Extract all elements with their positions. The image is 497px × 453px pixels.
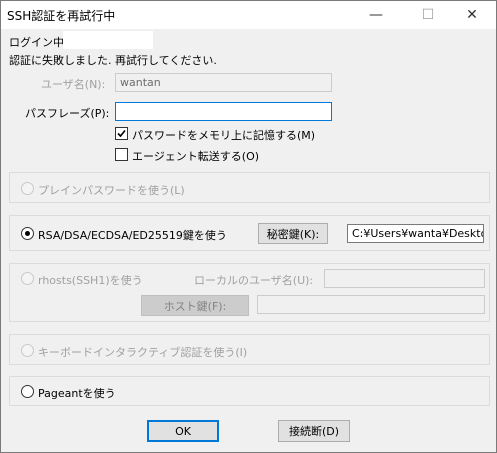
keyboard-interactive-label: キーボードインタラクティブ認証を使う(I)	[38, 346, 248, 359]
auth-failed-message: 認証に失敗しました. 再試行してください.	[9, 54, 217, 67]
keyboard-interactive-group: キーボードインタラクティブ認証を使う(I)	[9, 334, 490, 365]
checkmark-icon	[117, 129, 126, 138]
login-label: ログイン中:	[9, 36, 68, 49]
pageant-group: Pageantを使う	[9, 376, 490, 406]
key-path-field[interactable]: C:¥Users¥wanta¥Desktop	[347, 224, 484, 243]
window-title: SSH認証を再試行中	[7, 9, 116, 23]
passphrase-label: パスフレーズ(P):	[25, 107, 110, 120]
rhosts-label: rhosts(SSH1)を使う	[38, 274, 143, 287]
host-key-button: ホスト鍵(F):	[141, 295, 249, 316]
agent-forwarding-checkbox[interactable]	[115, 148, 128, 161]
username-label: ユーザ名(N):	[41, 78, 106, 91]
minimize-icon[interactable]: —	[353, 1, 399, 29]
keyboard-interactive-radio	[21, 344, 34, 357]
close-icon[interactable]: ✕	[449, 1, 495, 29]
maximize-icon: ☐	[421, 7, 435, 23]
remember-password-checkbox[interactable]	[115, 127, 128, 140]
secret-key-button[interactable]: 秘密鍵(K):	[258, 223, 328, 244]
radio-selected-dot	[25, 231, 30, 236]
rhosts-radio	[21, 272, 34, 285]
ok-button[interactable]: OK	[147, 420, 219, 442]
local-user-field	[324, 269, 485, 288]
agent-forwarding-label: エージェント転送する(O)	[132, 150, 260, 163]
ssh-auth-dialog: SSH認証を再試行中 — ☐ ✕ ログイン中: 認証に失敗しました. 再試行して…	[0, 0, 497, 453]
remember-password-label: パスワードをメモリ上に記憶する(M)	[132, 129, 316, 142]
pageant-label: Pageantを使う	[38, 387, 116, 400]
plain-password-group: プレインパスワードを使う(L)	[9, 172, 490, 203]
login-host-area	[63, 31, 153, 49]
passphrase-input[interactable]	[115, 102, 332, 121]
pageant-radio[interactable]	[21, 385, 34, 398]
rsa-key-radio[interactable]	[21, 227, 34, 240]
host-key-field	[257, 295, 485, 314]
plain-password-radio	[21, 182, 34, 195]
local-user-label: ローカルのユーザ名(U):	[194, 274, 314, 287]
rhosts-group: rhosts(SSH1)を使う ローカルのユーザ名(U): ホスト鍵(F):	[9, 263, 490, 322]
rsa-key-group: RSA/DSA/ECDSA/ED25519鍵を使う 秘密鍵(K): C:¥Use…	[9, 215, 490, 251]
rsa-key-label: RSA/DSA/ECDSA/ED25519鍵を使う	[38, 229, 227, 242]
disconnect-button[interactable]: 接続断(D)	[278, 420, 350, 442]
plain-password-label: プレインパスワードを使う(L)	[38, 184, 185, 197]
username-field: wantan	[115, 73, 332, 92]
title-bar: SSH認証を再試行中 — ☐ ✕	[1, 1, 496, 29]
